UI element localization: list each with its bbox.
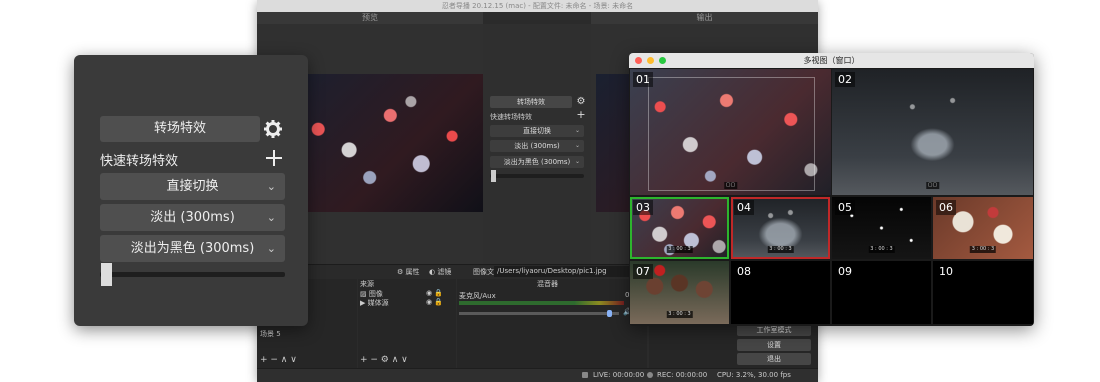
cell-tag: 3 : 00 : 3	[666, 311, 693, 318]
volume-slider[interactable]	[459, 312, 619, 315]
fade-black-label: 淡出为黑色 (300ms)	[130, 241, 255, 256]
cell-number: 07	[633, 264, 653, 279]
fade-black-label: 淡出为黑色 (300ms)	[503, 158, 571, 166]
source-item-media[interactable]: ▶ 媒体源	[360, 298, 389, 308]
gear-icon[interactable]: ⚙	[575, 96, 587, 108]
live-icon	[582, 372, 588, 378]
cell-number: 04	[734, 200, 754, 215]
source-label: 媒体源	[367, 299, 389, 307]
fade-black-dropdown[interactable]: 淡出为黑色 (300ms) ⌄	[490, 156, 584, 168]
eye-icon[interactable]: ◉ 🔒	[426, 289, 443, 297]
fade-dropdown[interactable]: 淡出 (300ms) ⌄	[490, 140, 584, 152]
cell-number: 02	[835, 72, 855, 87]
fade-dropdown[interactable]: 淡出 (300ms) ⌄	[100, 204, 285, 231]
transition-column: 转场特效 ⚙ 快速转场特效 + 直接切换 ⌄ 淡出 (300ms) ⌄ 淡出为黑色 …	[483, 24, 591, 264]
multiview-program-cell[interactable]: 02 ▢▢	[832, 69, 1033, 195]
eye-icon[interactable]: ◉ 🔒	[426, 298, 443, 306]
filters-button[interactable]: ◐ 滤镜	[429, 267, 451, 277]
exit-button[interactable]: 退出	[737, 353, 811, 365]
fade-label: 淡出 (300ms)	[514, 142, 560, 150]
cell-tag: 3 : 00 : 3	[666, 246, 693, 253]
transition-button[interactable]: 转场特效	[490, 96, 572, 108]
source-label: 图像	[368, 290, 383, 298]
path-field[interactable]: /Users/liyaoru/Desktop/pic1.jpg	[494, 266, 637, 277]
transition-slider[interactable]	[100, 272, 285, 277]
transition-panel: 转场特效 快速转场特效 直接切换 ⌄ 淡出 (300ms) ⌄ 淡出为黑色 (300…	[74, 55, 308, 326]
cell-number: 10	[936, 264, 956, 279]
multiview-scene-cell[interactable]: 08	[731, 261, 830, 324]
slider-handle[interactable]	[101, 263, 112, 286]
cut-label: 直接切换	[166, 179, 219, 194]
gear-icon[interactable]	[263, 119, 283, 139]
sources-dock: 来源 ▨ 图像 ▶ 媒体源 ◉ 🔒 ◉ 🔒 + − ⚙ ∧ ∨	[358, 279, 456, 381]
quick-transitions-label: 快速转场特效	[100, 154, 179, 169]
cell-tag: ▢▢	[925, 182, 940, 189]
scene-item[interactable]: 场景 5	[260, 329, 281, 339]
minimize-button[interactable]	[647, 57, 654, 64]
quick-transitions-label: 快速转场特效	[490, 113, 532, 121]
status-cpu: CPU: 3.2%, 30.00 fps	[717, 371, 791, 379]
status-live: LIVE: 00:00:00	[593, 371, 645, 379]
add-icon[interactable]: +	[575, 109, 587, 121]
cell-tag: 3 : 00 : 3	[868, 246, 895, 253]
volume-handle[interactable]	[607, 310, 612, 317]
cell-tag: 3 : 00 : 3	[969, 246, 997, 253]
multiview-preview-cell[interactable]: 01 ▢▢	[630, 69, 831, 195]
audio-meter	[459, 301, 624, 305]
multiview-title: 多视图（窗口）	[803, 56, 860, 65]
cell-number: 01	[633, 72, 653, 87]
multiview-scene-cell[interactable]: 03 3 : 00 : 3	[630, 197, 729, 259]
transition-button[interactable]: 转场特效	[100, 116, 260, 142]
output-label: 输出	[591, 12, 818, 24]
status-rec: REC: 00:00:00	[657, 371, 708, 379]
mixer-header: 混音器	[537, 280, 558, 288]
cell-number: 05	[835, 200, 855, 215]
filters-label: 滤镜	[437, 268, 452, 276]
settings-button[interactable]: 设置	[737, 339, 811, 351]
cell-tag: 3 : 00 : 3	[767, 246, 794, 253]
mixer-channel: 麦克风/Aux	[459, 292, 496, 300]
fade-label: 淡出 (300ms)	[150, 210, 235, 225]
multiview-scene-cell[interactable]: 09	[832, 261, 931, 324]
chevron-down-icon: ⌄	[574, 158, 580, 165]
chevron-down-icon: ⌄	[574, 142, 580, 149]
multiview-window: 多视图（窗口） 01 ▢▢ 02 ▢▢ 03 3 : 00 : 3 04 3 :…	[629, 53, 1034, 326]
cell-number: 06	[936, 200, 956, 215]
multiview-scene-cell[interactable]: 07 3 : 00 : 3	[630, 261, 729, 324]
cell-number: 03	[633, 200, 653, 215]
cut-dropdown[interactable]: 直接切换 ⌄	[490, 125, 584, 137]
status-bar: LIVE: 00:00:00 REC: 00:00:00 CPU: 3.2%, …	[257, 368, 818, 382]
scene-controls[interactable]: + − ∧ ∨	[260, 355, 297, 365]
add-icon[interactable]	[264, 148, 284, 168]
fade-black-dropdown[interactable]: 淡出为黑色 (300ms) ⌄	[100, 235, 285, 262]
multiview-scene-cell[interactable]: 04 3 : 00 : 3	[731, 197, 830, 259]
source-controls[interactable]: + − ⚙ ∧ ∨	[360, 355, 408, 365]
chevron-down-icon: ⌄	[574, 127, 580, 134]
cell-tag: ▢▢	[723, 182, 738, 189]
properties-button[interactable]: ⚙ 属性	[397, 267, 420, 277]
zoom-button[interactable]	[659, 57, 666, 64]
close-button[interactable]	[635, 57, 642, 64]
preview-label: 预览	[257, 12, 483, 24]
cut-dropdown[interactable]: 直接切换 ⌄	[100, 173, 285, 200]
multiview-scene-cell[interactable]: 05 3 : 00 : 3	[832, 197, 931, 259]
chevron-down-icon: ⌄	[266, 180, 276, 193]
chevron-down-icon: ⌄	[266, 242, 276, 255]
sources-header: 来源	[360, 280, 374, 288]
window-title: 忍者导播 20.12.15 (mac) - 配置文件: 未命名 - 场景: 未命…	[257, 0, 818, 12]
chevron-down-icon: ⌄	[266, 211, 276, 224]
cell-number: 08	[734, 264, 754, 279]
cut-label: 直接切换	[523, 127, 551, 135]
cell-number: 09	[835, 264, 855, 279]
multiview-titlebar: 多视图（窗口）	[629, 53, 1034, 68]
multiview-scene-cell[interactable]: 06 3 : 00 : 3	[933, 197, 1033, 259]
mixer-dock: 混音器 麦克风/Aux 0.0 🔊	[457, 279, 647, 381]
slider-handle[interactable]	[491, 170, 496, 182]
transition-slider[interactable]	[490, 174, 584, 178]
rec-icon	[647, 372, 653, 378]
multiview-scene-cell[interactable]: 10	[933, 261, 1033, 324]
safe-area-guide	[648, 77, 815, 191]
properties-label: 属性	[405, 268, 420, 276]
